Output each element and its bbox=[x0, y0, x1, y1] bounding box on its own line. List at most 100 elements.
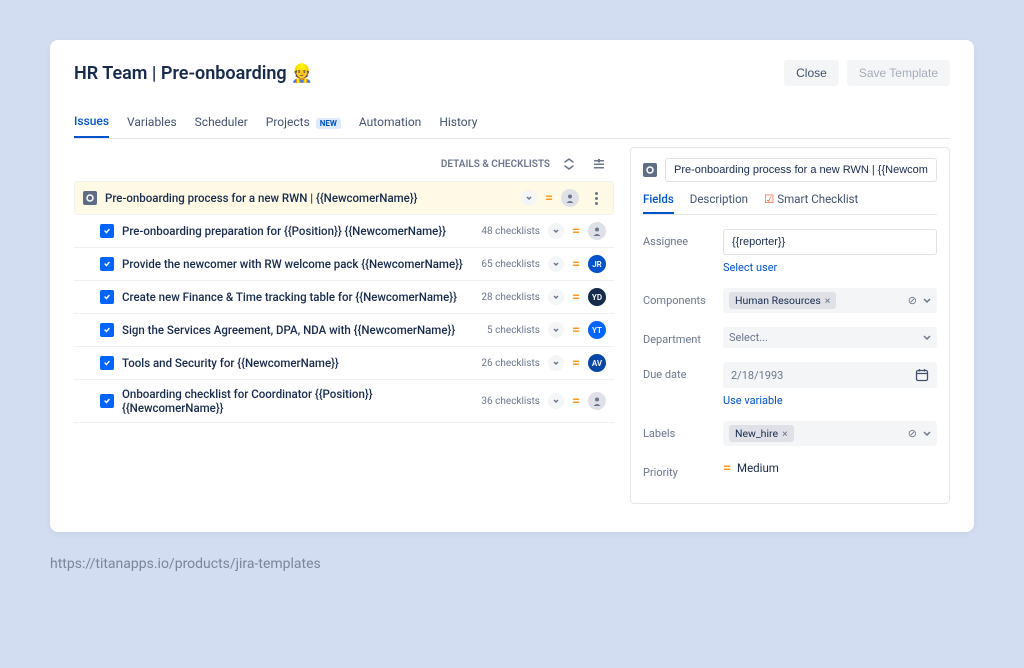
issue-row-child[interactable]: Sign the Services Agreement, DPA, NDA wi… bbox=[74, 314, 614, 347]
sub-tab-smart-checklist[interactable]: ☑Smart Checklist bbox=[764, 192, 858, 214]
priority-icon: = bbox=[545, 190, 553, 206]
avatar[interactable] bbox=[588, 222, 606, 240]
priority-icon: = bbox=[572, 256, 580, 272]
components-select[interactable]: Human Resources × ⊘ bbox=[723, 288, 937, 313]
expand-icon[interactable] bbox=[548, 322, 564, 338]
label-chip: New_hire × bbox=[729, 425, 794, 442]
calendar-icon[interactable] bbox=[915, 368, 929, 382]
sub-tab-fields[interactable]: Fields bbox=[643, 192, 674, 214]
settings-icon[interactable] bbox=[588, 153, 610, 175]
field-label: Assignee bbox=[643, 229, 723, 248]
content: DETAILS & CHECKLISTS Pre-onboarding proc… bbox=[74, 147, 950, 504]
save-template-button[interactable]: Save Template bbox=[847, 60, 950, 86]
checklist-count: 48 checklists bbox=[481, 226, 540, 237]
subtask-icon bbox=[100, 394, 114, 408]
source-url: https://titanapps.io/products/jira-templ… bbox=[50, 556, 1024, 572]
subtask-icon bbox=[100, 257, 114, 271]
priority-icon: = bbox=[572, 289, 580, 305]
issue-row-child[interactable]: Pre-onboarding preparation for {{Positio… bbox=[74, 215, 614, 248]
expand-icon[interactable] bbox=[548, 393, 564, 409]
chevron-down-icon[interactable] bbox=[923, 430, 931, 438]
issue-row-child[interactable]: Create new Finance & Time tracking table… bbox=[74, 281, 614, 314]
date-value: 2/18/1993 bbox=[731, 369, 783, 382]
avatar[interactable]: AV bbox=[588, 354, 606, 372]
priority-icon: = bbox=[572, 393, 580, 409]
tab-variables[interactable]: Variables bbox=[127, 115, 177, 137]
priority-icon: = bbox=[572, 355, 580, 371]
issue-row-child[interactable]: Provide the newcomer with RW welcome pac… bbox=[74, 248, 614, 281]
issue-title: Onboarding checklist for Coordinator {{P… bbox=[122, 387, 473, 415]
expand-icon[interactable] bbox=[521, 190, 537, 206]
issue-row-child[interactable]: Onboarding checklist for Coordinator {{P… bbox=[74, 380, 614, 423]
issue-title: Tools and Security for {{NewcomerName}} bbox=[122, 356, 473, 370]
header: HR Team | Pre-onboarding 👷 Close Save Te… bbox=[74, 60, 950, 86]
remove-chip-icon[interactable]: × bbox=[825, 294, 831, 307]
title-emoji: 👷 bbox=[291, 63, 313, 84]
expand-icon[interactable] bbox=[548, 289, 564, 305]
avatar[interactable]: YD bbox=[588, 288, 606, 306]
field-labels: Labels New_hire × ⊘ bbox=[643, 421, 937, 446]
assignee-input[interactable] bbox=[723, 229, 937, 255]
select-user-link[interactable]: Select user bbox=[723, 261, 937, 274]
avatar[interactable] bbox=[588, 392, 606, 410]
issue-title-input[interactable] bbox=[665, 158, 937, 182]
field-department: Department Select... bbox=[643, 327, 937, 348]
issue-title: Create new Finance & Time tracking table… bbox=[122, 290, 473, 304]
checklist-count: 36 checklists bbox=[481, 396, 540, 407]
clear-icon[interactable]: ⊘ bbox=[908, 294, 917, 307]
details-bar: DETAILS & CHECKLISTS bbox=[74, 147, 614, 181]
detail-header bbox=[643, 158, 937, 182]
expand-icon[interactable] bbox=[548, 355, 564, 371]
priority-icon: = bbox=[572, 223, 580, 239]
subtask-icon bbox=[100, 356, 114, 370]
issue-title: Sign the Services Agreement, DPA, NDA wi… bbox=[122, 323, 479, 337]
template-card: HR Team | Pre-onboarding 👷 Close Save Te… bbox=[50, 40, 974, 532]
due-date-input[interactable]: 2/18/1993 bbox=[723, 362, 937, 388]
parent-issue-icon bbox=[83, 191, 97, 205]
issue-row-parent[interactable]: Pre-onboarding process for a new RWN | {… bbox=[74, 181, 614, 215]
field-components: Components Human Resources × ⊘ bbox=[643, 288, 937, 313]
department-placeholder: Select... bbox=[729, 331, 768, 344]
avatar[interactable] bbox=[561, 189, 579, 207]
field-label: Due date bbox=[643, 362, 723, 381]
close-button[interactable]: Close bbox=[784, 60, 839, 86]
avatar[interactable]: JR bbox=[588, 255, 606, 273]
checklist-count: 28 checklists bbox=[481, 292, 540, 303]
subtask-icon bbox=[100, 224, 114, 238]
chip-text: New_hire bbox=[735, 427, 778, 440]
details-panel: Fields Description ☑Smart Checklist Assi… bbox=[630, 147, 950, 504]
field-label: Priority bbox=[643, 460, 723, 479]
tab-projects[interactable]: Projects NEW bbox=[266, 115, 341, 137]
tab-automation[interactable]: Automation bbox=[359, 115, 421, 137]
expand-icon[interactable] bbox=[548, 223, 564, 239]
department-select[interactable]: Select... bbox=[723, 327, 937, 348]
issues-column: DETAILS & CHECKLISTS Pre-onboarding proc… bbox=[74, 147, 614, 504]
field-due-date: Due date 2/18/1993 Use variable bbox=[643, 362, 937, 407]
tab-scheduler[interactable]: Scheduler bbox=[195, 115, 248, 137]
sub-tab-description[interactable]: Description bbox=[690, 192, 748, 214]
field-label: Components bbox=[643, 288, 723, 307]
expand-icon[interactable] bbox=[548, 256, 564, 272]
clear-icon[interactable]: ⊘ bbox=[908, 427, 917, 440]
chevron-down-icon[interactable] bbox=[923, 334, 931, 342]
header-actions: Close Save Template bbox=[784, 60, 950, 86]
avatar[interactable]: YT bbox=[588, 321, 606, 339]
component-chip: Human Resources × bbox=[729, 292, 836, 309]
main-tabs: Issues Variables Scheduler Projects NEW … bbox=[74, 114, 950, 139]
priority-text: Medium bbox=[737, 461, 779, 475]
subtask-icon bbox=[100, 290, 114, 304]
smart-checklist-label: Smart Checklist bbox=[777, 192, 858, 206]
more-icon[interactable] bbox=[587, 192, 605, 205]
chevron-down-icon[interactable] bbox=[923, 297, 931, 305]
labels-select[interactable]: New_hire × ⊘ bbox=[723, 421, 937, 446]
parent-issue-icon bbox=[643, 163, 657, 177]
use-variable-link[interactable]: Use variable bbox=[723, 394, 937, 407]
tab-issues[interactable]: Issues bbox=[74, 114, 109, 138]
tab-history[interactable]: History bbox=[439, 115, 477, 137]
field-priority: Priority = Medium bbox=[643, 460, 937, 479]
expand-toggle-icon[interactable] bbox=[558, 153, 580, 175]
subtask-icon bbox=[100, 323, 114, 337]
priority-value[interactable]: = Medium bbox=[723, 460, 937, 476]
issue-row-child[interactable]: Tools and Security for {{NewcomerName}}2… bbox=[74, 347, 614, 380]
remove-chip-icon[interactable]: × bbox=[782, 427, 788, 440]
